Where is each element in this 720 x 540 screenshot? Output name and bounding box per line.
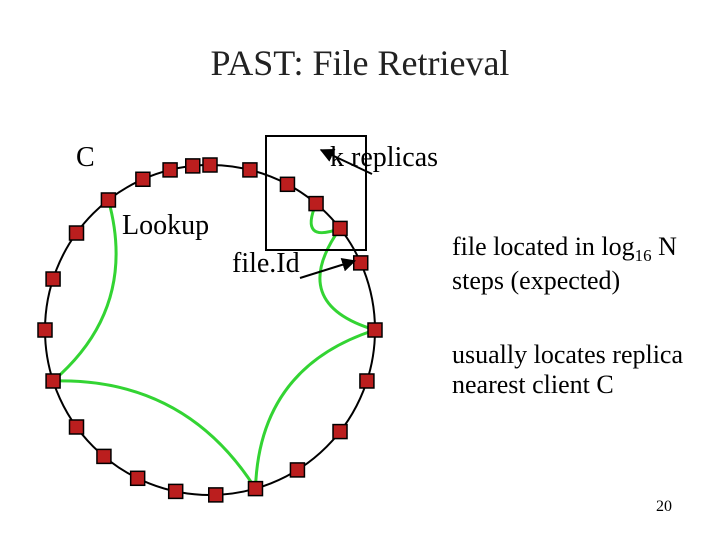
text-log-steps: file located in log16 N steps (expected): [452, 232, 677, 296]
ring-node: [290, 463, 304, 477]
ring-node: [169, 484, 183, 498]
ring-node: [333, 221, 347, 235]
ring-node: [360, 374, 374, 388]
ring-node: [333, 425, 347, 439]
text-log-pre: file located in log: [452, 232, 635, 261]
ring-node: [203, 158, 217, 172]
ring-node: [38, 323, 52, 337]
ring-node: [101, 193, 115, 207]
arrow-fileid: [300, 261, 355, 278]
ring-node: [309, 197, 323, 211]
ring-node: [248, 482, 262, 496]
text-steps-expected: steps (expected): [452, 266, 620, 295]
ring-node: [46, 272, 60, 286]
label-client-c: C: [76, 142, 95, 174]
ring-node: [70, 226, 84, 240]
ring-node: [368, 323, 382, 337]
text-log-post: N: [652, 232, 677, 261]
ring-node: [354, 256, 368, 270]
text-log-sub: 16: [635, 246, 652, 265]
label-fileid: file.Id: [232, 248, 300, 280]
label-k-replicas: k replicas: [330, 142, 438, 174]
ring-node: [46, 374, 60, 388]
ring-node: [209, 488, 223, 502]
text-locates-replica: usually locates replica: [452, 340, 683, 369]
text-nearest-replica: usually locates replica nearest client C: [452, 340, 683, 400]
ring-node: [136, 172, 150, 186]
lookup-hop: [255, 330, 375, 489]
ring-node: [97, 449, 111, 463]
text-nearest-client: nearest client C: [452, 370, 614, 399]
ring-node: [280, 177, 294, 191]
lookup-hop: [53, 200, 116, 381]
page-number: 20: [656, 498, 672, 516]
ring-node: [163, 163, 177, 177]
label-lookup: Lookup: [122, 210, 209, 242]
ring-node: [131, 471, 145, 485]
ring-node: [186, 159, 200, 173]
ring-node: [243, 163, 257, 177]
ring-node: [70, 420, 84, 434]
